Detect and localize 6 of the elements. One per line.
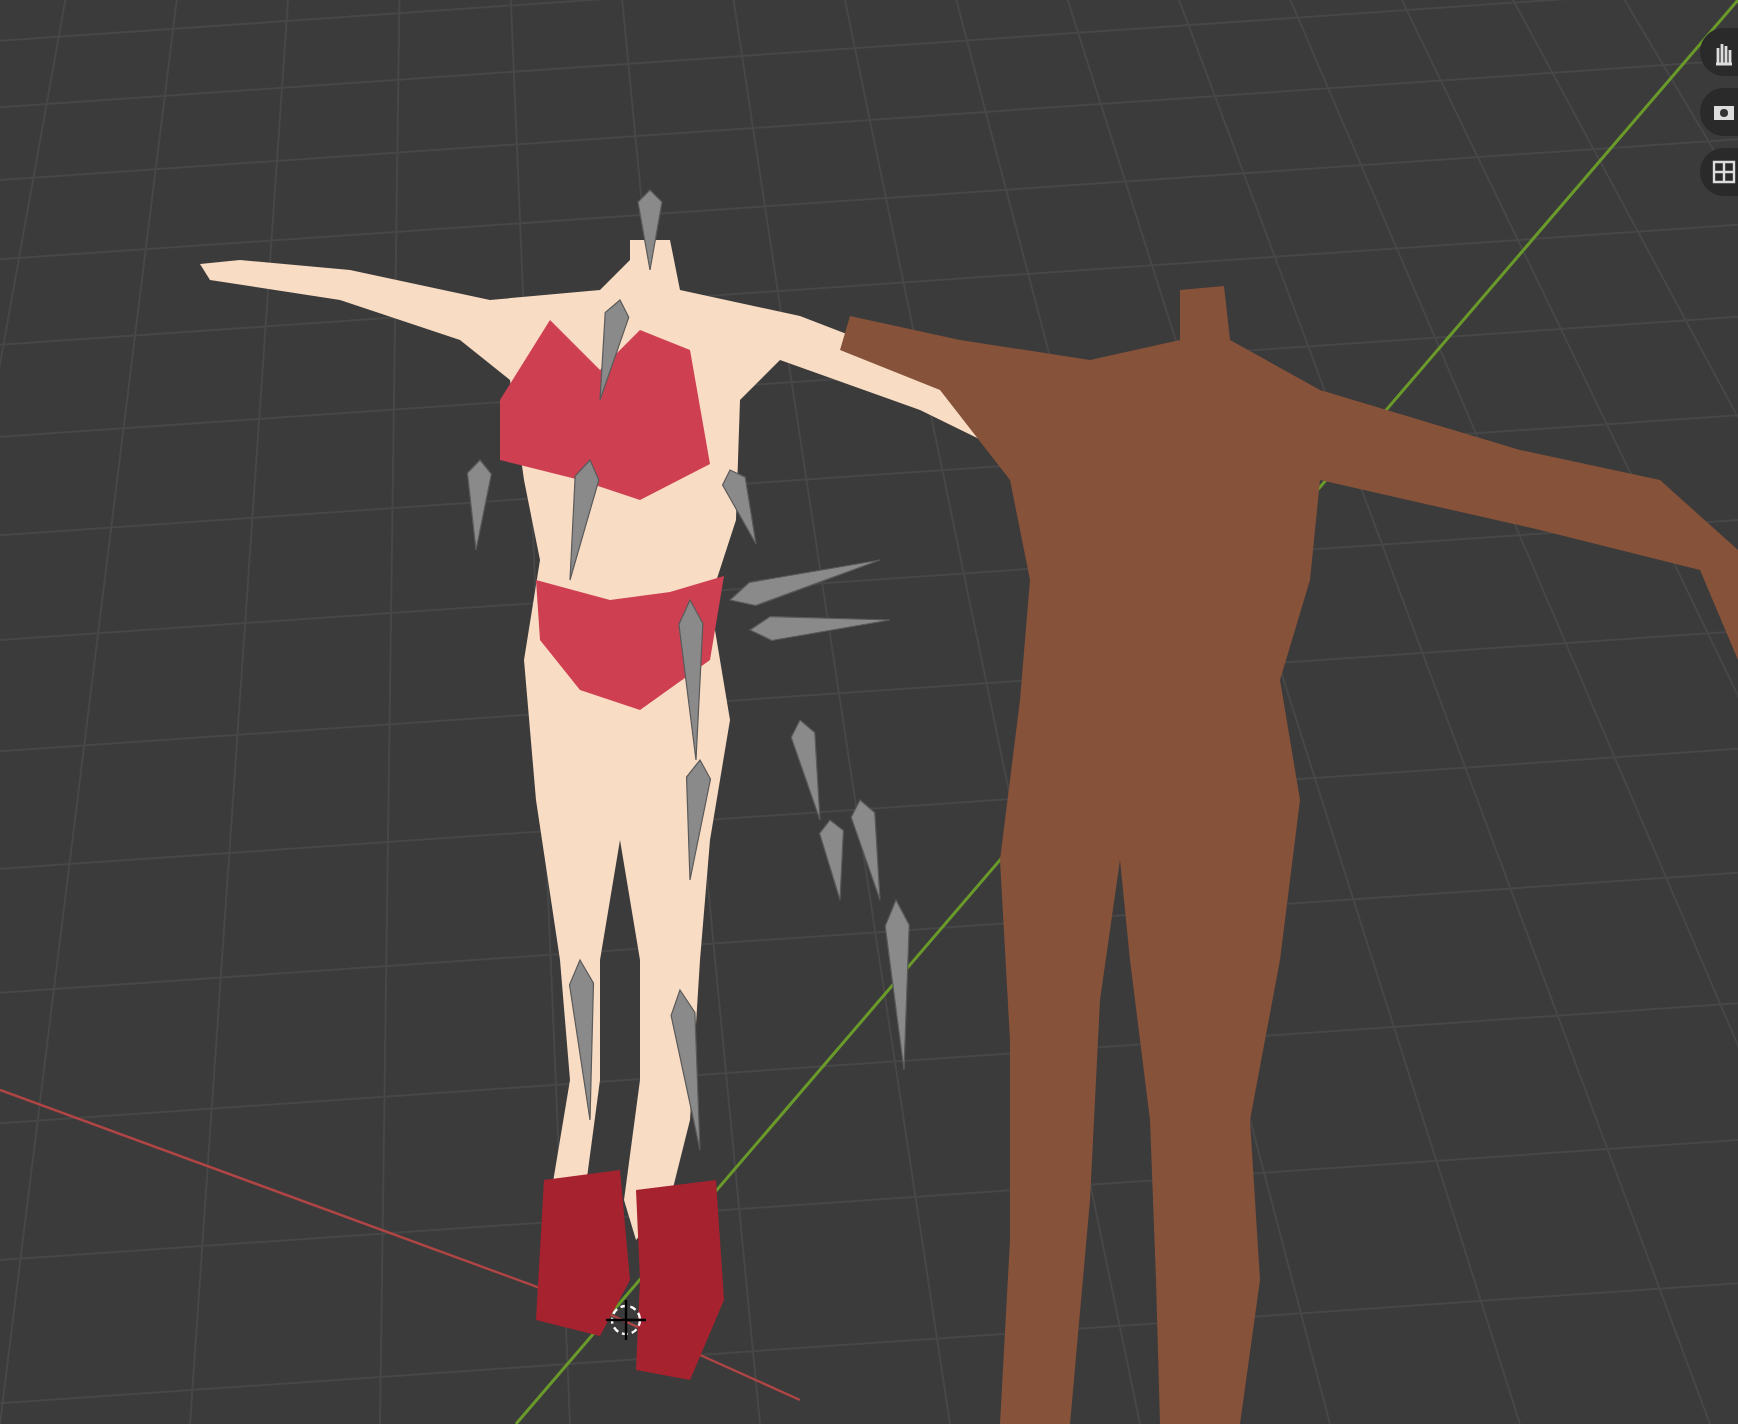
hand-tool-button[interactable]	[1700, 28, 1738, 76]
3d-cursor-icon	[604, 1298, 648, 1342]
grid-icon	[1712, 158, 1736, 186]
camera-button[interactable]	[1700, 88, 1738, 136]
hand-icon	[1712, 38, 1736, 66]
grid-view-button[interactable]	[1700, 148, 1738, 196]
